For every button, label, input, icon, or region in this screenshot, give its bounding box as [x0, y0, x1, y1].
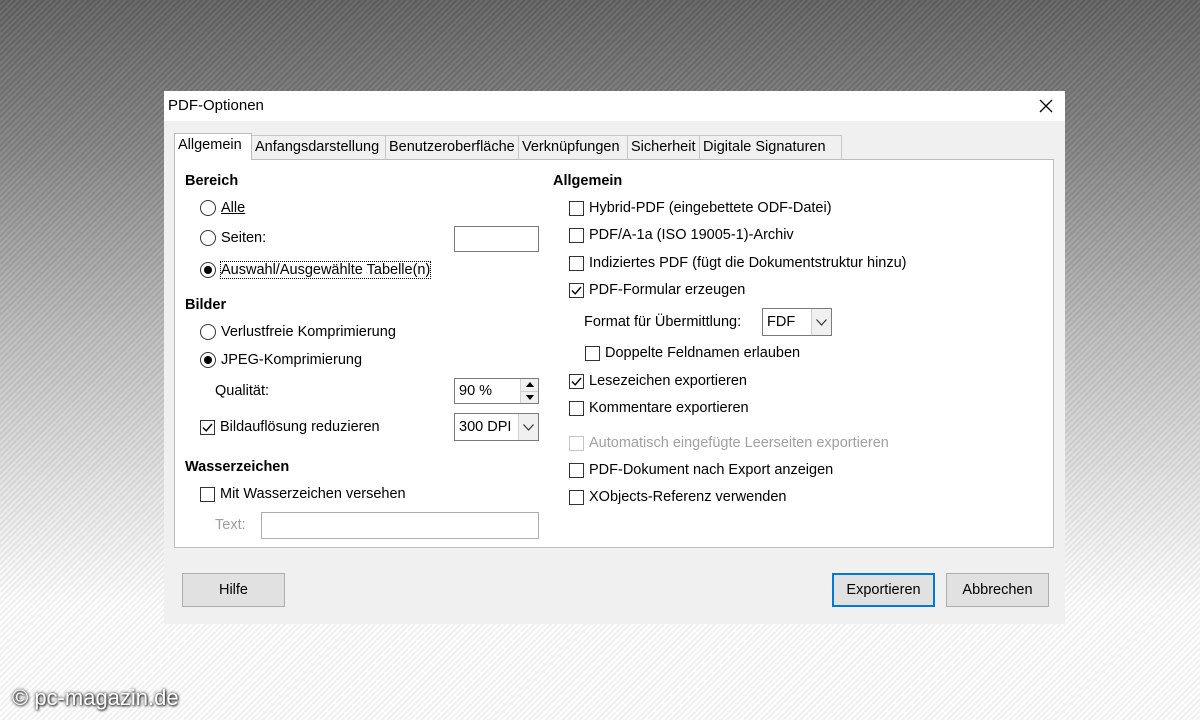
- checkbox-xobjects[interactable]: XObjects-Referenz verwenden: [569, 489, 786, 505]
- format-label: Format für Übermittlung:: [584, 314, 742, 330]
- checkbox-bildaufloesung-label: Bildauflösung reduzieren: [220, 419, 380, 435]
- wasserzeichen-heading: Wasserzeichen: [185, 459, 290, 475]
- radio-seiten-label: Seiten:: [221, 230, 267, 246]
- checkbox-anzeigen-label: PDF-Dokument nach Export anzeigen: [589, 462, 834, 478]
- copyright-watermark: © pc-magazin.de: [12, 685, 179, 710]
- radio-jpeg-indicator[interactable]: [200, 352, 216, 368]
- radio-auswahl[interactable]: Auswahl/Ausgewählte Tabelle(n): [200, 261, 432, 279]
- exportieren-button[interactable]: Exportieren: [832, 573, 935, 607]
- checkbox-doppelte-box[interactable]: [585, 345, 600, 361]
- checkbox-leerseiten-label: Automatisch eingefügte Leerseiten export…: [589, 435, 889, 451]
- radio-jpeg-label: JPEG-Komprimierung: [221, 352, 363, 368]
- checkbox-kommentare[interactable]: Kommentare exportieren: [569, 400, 749, 416]
- checkbox-pdfa-label: PDF/A-1a (ISO 19005-1)-Archiv: [589, 227, 794, 243]
- checkbox-formular-box[interactable]: [569, 282, 584, 298]
- bilder-heading: Bilder: [185, 297, 227, 313]
- tab-benutzeroberflaeche[interactable]: Benutzeroberfläche: [385, 135, 519, 159]
- format-value[interactable]: FDF: [763, 309, 811, 335]
- chevron-down-icon[interactable]: [811, 309, 831, 335]
- checkbox-kommentare-box[interactable]: [569, 400, 584, 416]
- checkbox-wasserzeichen-label: Mit Wasserzeichen versehen: [220, 486, 406, 502]
- qualitaet-label: Qualität:: [215, 383, 269, 399]
- checkbox-indiziert[interactable]: Indiziertes PDF (fügt die Dokumentstrukt…: [569, 255, 907, 271]
- checkbox-hybrid-label: Hybrid-PDF (eingebettete ODF-Datei): [589, 200, 832, 216]
- bereich-heading: Bereich: [185, 173, 239, 189]
- checkbox-lesezeichen-box[interactable]: [569, 373, 584, 389]
- seiten-input[interactable]: [454, 226, 539, 252]
- checkbox-pdfa-box[interactable]: [569, 227, 584, 243]
- qualitaet-value[interactable]: 90 %: [455, 379, 520, 403]
- title-bar: PDF-Optionen: [164, 91, 1065, 121]
- checkbox-wasserzeichen-box[interactable]: [200, 486, 215, 502]
- checkbox-leerseiten-box: [569, 435, 584, 451]
- checkbox-bildaufloesung[interactable]: Bildauflösung reduzieren: [200, 419, 380, 435]
- checkbox-hybrid[interactable]: Hybrid-PDF (eingebettete ODF-Datei): [569, 200, 832, 216]
- chevron-down-icon[interactable]: [518, 414, 538, 440]
- format-combobox[interactable]: FDF: [762, 308, 832, 336]
- tab-verknuepfungen[interactable]: Verknüpfungen: [518, 135, 628, 159]
- checkbox-hybrid-box[interactable]: [569, 200, 584, 216]
- checkbox-bildaufloesung-box[interactable]: [200, 419, 215, 435]
- spin-down-icon[interactable]: [521, 390, 538, 403]
- tab-panel-allgemein: Bereich Alle Seiten: Auswahl/Ausgewählte…: [174, 159, 1054, 548]
- radio-jpeg[interactable]: JPEG-Komprimierung: [200, 352, 362, 368]
- radio-verlustfrei-label: Verlustfreie Komprimierung: [221, 324, 396, 340]
- abbrechen-button[interactable]: Abbrechen: [946, 573, 1049, 607]
- close-icon[interactable]: [1033, 93, 1059, 119]
- qualitaet-spin-buttons: [520, 379, 538, 403]
- tab-digitale-signaturen[interactable]: Digitale Signaturen: [699, 135, 842, 159]
- checkbox-indiziert-label: Indiziertes PDF (fügt die Dokumentstrukt…: [589, 255, 907, 271]
- dpi-value[interactable]: 300 DPI: [455, 414, 518, 440]
- radio-auswahl-label: Auswahl/Ausgewählte Tabelle(n): [219, 261, 432, 279]
- wasserzeichen-text-input[interactable]: [261, 512, 539, 539]
- radio-verlustfrei[interactable]: Verlustfreie Komprimierung: [200, 324, 396, 340]
- hilfe-button[interactable]: Hilfe: [182, 573, 285, 607]
- checkbox-lesezeichen[interactable]: Lesezeichen exportieren: [569, 373, 747, 389]
- checkbox-lesezeichen-label: Lesezeichen exportieren: [589, 373, 747, 389]
- checkbox-pdfa[interactable]: PDF/A-1a (ISO 19005-1)-Archiv: [569, 227, 794, 243]
- allgemein-heading: Allgemein: [553, 173, 623, 189]
- spin-up-icon[interactable]: [521, 379, 538, 391]
- checkbox-wasserzeichen[interactable]: Mit Wasserzeichen versehen: [200, 486, 406, 502]
- dpi-combobox[interactable]: 300 DPI: [454, 413, 539, 441]
- pdf-options-dialog: PDF-Optionen Allgemein Anfangsdarstellun…: [164, 91, 1065, 624]
- checkbox-xobjects-box[interactable]: [569, 489, 584, 505]
- radio-seiten[interactable]: Seiten:: [200, 230, 266, 246]
- checkbox-formular[interactable]: PDF-Formular erzeugen: [569, 282, 745, 298]
- tab-sicherheit[interactable]: Sicherheit: [627, 135, 700, 159]
- checkbox-kommentare-label: Kommentare exportieren: [589, 400, 749, 416]
- radio-alle-label: Alle: [221, 200, 246, 216]
- checkbox-anzeigen-box[interactable]: [569, 462, 584, 478]
- radio-auswahl-indicator[interactable]: [200, 262, 216, 278]
- checkbox-indiziert-box[interactable]: [569, 255, 584, 271]
- checkbox-leerseiten: Automatisch eingefügte Leerseiten export…: [569, 435, 889, 451]
- tab-anfangsdarstellung[interactable]: Anfangsdarstellung: [251, 135, 386, 159]
- checkbox-formular-label: PDF-Formular erzeugen: [589, 282, 746, 298]
- tab-allgemein[interactable]: Allgemein: [174, 133, 252, 160]
- qualitaet-spinbox[interactable]: 90 %: [454, 378, 539, 404]
- dialog-title: PDF-Optionen: [168, 97, 264, 114]
- checkbox-anzeigen[interactable]: PDF-Dokument nach Export anzeigen: [569, 462, 833, 478]
- checkbox-doppelte[interactable]: Doppelte Feldnamen erlauben: [585, 345, 800, 361]
- checkbox-xobjects-label: XObjects-Referenz verwenden: [589, 489, 787, 505]
- radio-alle-indicator[interactable]: [200, 200, 216, 216]
- radio-alle[interactable]: Alle: [200, 200, 245, 216]
- checkbox-doppelte-label: Doppelte Feldnamen erlauben: [605, 345, 801, 361]
- wasserzeichen-text-label: Text:: [215, 517, 246, 533]
- radio-verlustfrei-indicator[interactable]: [200, 324, 216, 340]
- radio-seiten-indicator[interactable]: [200, 230, 216, 246]
